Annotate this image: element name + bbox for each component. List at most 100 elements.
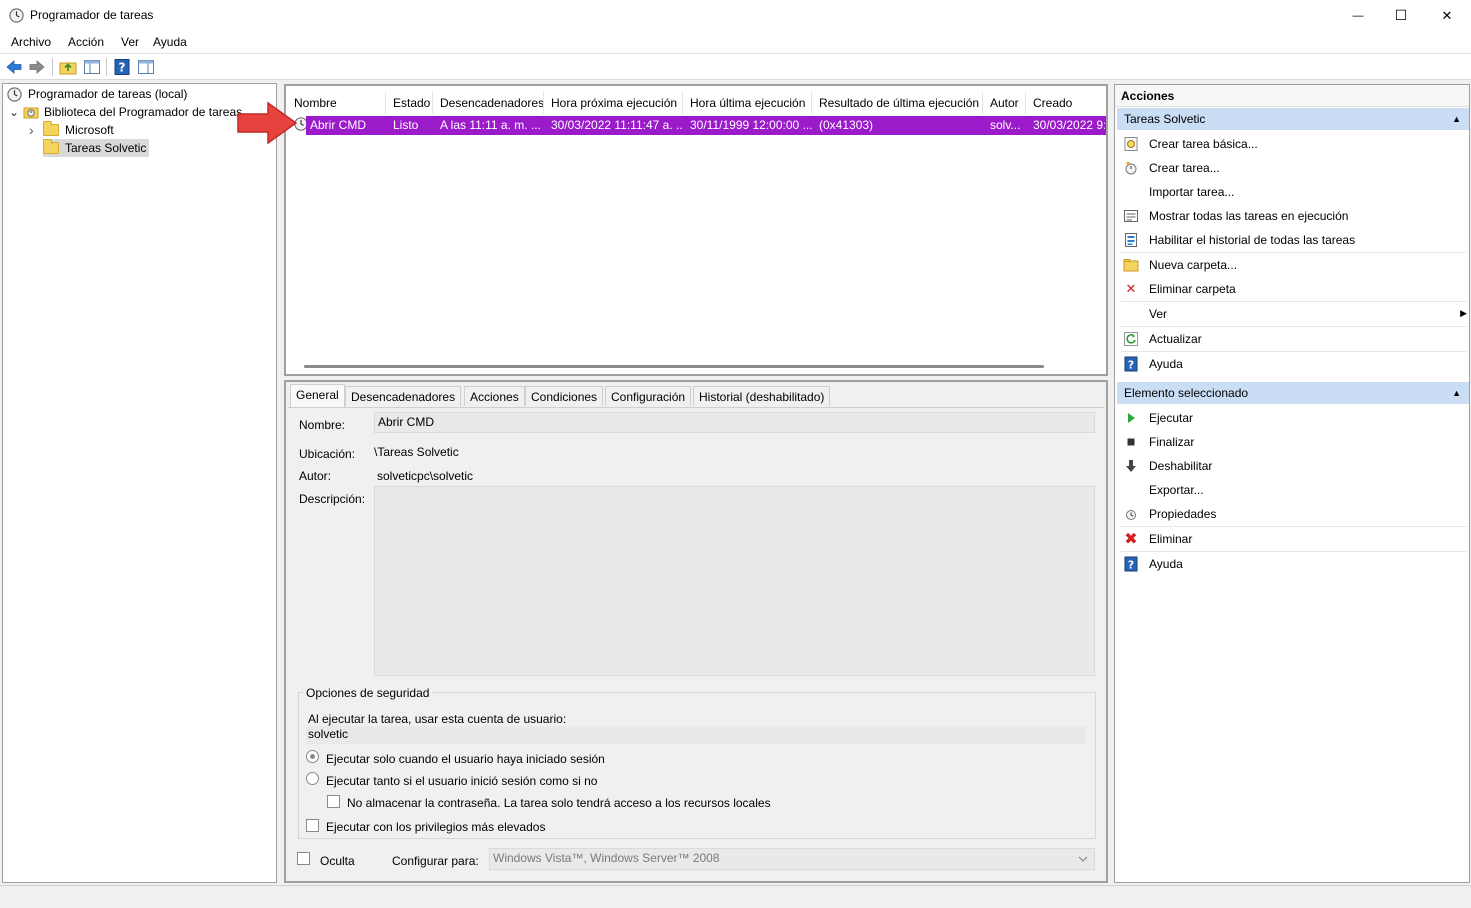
running-tasks-icon xyxy=(1123,208,1139,224)
minimize-icon: — xyxy=(1352,9,1364,22)
action-label: Propiedades xyxy=(1149,507,1217,521)
name-label: Nombre: xyxy=(299,418,346,432)
account-label: Al ejecutar la tarea, usar esta cuenta d… xyxy=(308,712,567,726)
help-icon[interactable]: ? xyxy=(113,58,131,76)
column-header-creado[interactable]: Creado xyxy=(1027,92,1105,114)
tree-item-root[interactable]: Programador de tareas (local) xyxy=(7,85,187,103)
actions-title: Acciones xyxy=(1121,89,1175,103)
column-header-autor[interactable]: Autor xyxy=(984,92,1026,114)
action-label: Ver xyxy=(1149,307,1168,321)
menu-ver[interactable]: Ver xyxy=(121,35,139,49)
action-label: Crear tarea... xyxy=(1149,161,1220,175)
action-eliminar[interactable]: ✖ Eliminar xyxy=(1117,527,1467,551)
task-details: General Desencadenadores Acciones Condic… xyxy=(284,380,1108,883)
author-value: solveticpc\solvetic xyxy=(377,469,474,483)
action-propiedades[interactable]: Propiedades xyxy=(1117,502,1467,526)
actions-header: Acciones xyxy=(1115,85,1469,107)
configure-select-value: Windows Vista™, Windows Server™ 2008 xyxy=(493,851,720,865)
tab-acciones[interactable]: Acciones xyxy=(464,386,525,406)
action-crear-tarea[interactable]: Crear tarea... xyxy=(1117,156,1467,180)
horizontal-scrollbar[interactable] xyxy=(304,365,1044,368)
action-eliminar-carpeta[interactable]: ✕ Eliminar carpeta xyxy=(1117,277,1467,301)
back-icon[interactable] xyxy=(5,58,23,76)
refresh-icon xyxy=(1123,331,1139,347)
checkbox-no-store-password[interactable] xyxy=(327,795,340,808)
column-header-nombre[interactable]: Nombre xyxy=(288,92,386,114)
column-header-hora-ultima[interactable]: Hora última ejecución xyxy=(684,92,812,114)
checkbox-hidden[interactable] xyxy=(297,852,310,865)
action-mostrar-tareas[interactable]: Mostrar todas las tareas en ejecución xyxy=(1117,204,1467,228)
action-finalizar[interactable]: Finalizar xyxy=(1117,430,1467,454)
collapse-icon[interactable]: ▲ xyxy=(1452,382,1461,404)
column-header-resultado[interactable]: Resultado de última ejecución xyxy=(813,92,983,114)
tab-configuracion[interactable]: Configuración xyxy=(605,386,692,406)
account-field[interactable]: solvetic xyxy=(306,726,1086,744)
author-label: Autor: xyxy=(299,469,332,483)
action-label: Ejecutar xyxy=(1149,411,1194,425)
svg-text:?: ? xyxy=(119,61,126,75)
action-exportar[interactable]: Exportar... xyxy=(1117,478,1467,502)
folder-icon xyxy=(43,121,59,136)
radio-any[interactable] xyxy=(306,772,319,785)
chevron-right-icon[interactable]: › xyxy=(29,122,43,138)
tab-general[interactable]: General xyxy=(290,384,345,407)
table-row[interactable]: Abrir CMD Listo A las 11:11 a. m. ... 30… xyxy=(306,116,1106,135)
action-pane-icon[interactable] xyxy=(137,58,155,76)
radio-logged-on-label: Ejecutar solo cuando el usuario haya ini… xyxy=(326,752,605,766)
red-arrow-icon xyxy=(237,101,298,145)
menu-accion[interactable]: Acción xyxy=(68,35,104,49)
chevron-down-icon[interactable]: ⌄ xyxy=(9,106,23,118)
configure-select[interactable]: Windows Vista™, Windows Server™ 2008 xyxy=(489,848,1095,870)
close-icon: ✕ xyxy=(1441,7,1453,23)
action-crear-tarea-basica[interactable]: Crear tarea básica... xyxy=(1117,132,1467,156)
forward-icon[interactable] xyxy=(28,58,46,76)
tree-item-label: Tareas Solvetic xyxy=(65,141,147,155)
name-field[interactable]: Abrir CMD xyxy=(374,412,1095,433)
disable-arrow-down-icon xyxy=(1123,458,1139,474)
description-field[interactable] xyxy=(374,486,1095,676)
actions-pane: Acciones Tareas Solvetic ▲ Crear tarea b… xyxy=(1114,84,1470,883)
action-deshabilitar[interactable]: Deshabilitar xyxy=(1117,454,1467,478)
security-options-title: Opciones de seguridad xyxy=(303,686,433,700)
tab-desencadenadores[interactable]: Desencadenadores xyxy=(345,386,462,406)
folder-up-icon[interactable] xyxy=(59,58,77,76)
checkbox-highest-privileges[interactable] xyxy=(306,819,319,832)
tab-condiciones[interactable]: Condiciones xyxy=(525,386,604,406)
svg-text:?: ? xyxy=(1128,359,1134,372)
column-header-hora-proxima[interactable]: Hora próxima ejecución xyxy=(545,92,683,114)
description-label: Descripción: xyxy=(299,492,366,506)
action-importar-tarea[interactable]: Importar tarea... xyxy=(1117,180,1467,204)
maximize-button[interactable]: ☐ xyxy=(1378,0,1424,31)
highest-privileges-label: Ejecutar con los privilegios más elevado… xyxy=(326,820,546,834)
section-elemento-seleccionado[interactable]: Elemento seleccionado ▲ xyxy=(1117,382,1469,404)
chevron-down-icon xyxy=(1078,856,1088,862)
column-header-desencadenadores[interactable]: Desencadenadores xyxy=(434,92,544,114)
status-bar xyxy=(0,885,1471,908)
action-label: Importar tarea... xyxy=(1149,185,1235,199)
minimize-button[interactable]: — xyxy=(1335,0,1381,31)
tree-item-microsoft[interactable]: › Microsoft xyxy=(29,121,114,139)
action-label: Eliminar carpeta xyxy=(1149,282,1236,296)
tree-item-library[interactable]: ⌄ Biblioteca del Programador de tareas xyxy=(9,103,242,121)
action-nueva-carpeta[interactable]: Nueva carpeta... xyxy=(1117,253,1467,277)
action-ayuda-1[interactable]: ? Ayuda xyxy=(1117,352,1467,376)
action-ver[interactable]: Ver ▶ xyxy=(1117,302,1467,326)
submenu-arrow-icon: ▶ xyxy=(1460,308,1467,318)
tree-item-tareas-solvetic[interactable]: Tareas Solvetic xyxy=(43,139,150,157)
action-ejecutar[interactable]: Ejecutar xyxy=(1117,406,1467,430)
action-label: Deshabilitar xyxy=(1149,459,1213,473)
show-pane-icon[interactable] xyxy=(83,58,101,76)
section-tareas-solvetic[interactable]: Tareas Solvetic ▲ xyxy=(1117,108,1469,130)
column-header-estado[interactable]: Estado xyxy=(387,92,433,114)
action-ayuda-2[interactable]: ? Ayuda xyxy=(1117,552,1467,576)
tab-historial[interactable]: Historial (deshabilitado) xyxy=(693,386,831,406)
menu-ayuda[interactable]: Ayuda xyxy=(153,35,187,49)
collapse-icon[interactable]: ▲ xyxy=(1452,108,1461,130)
action-actualizar[interactable]: Actualizar xyxy=(1117,327,1467,351)
radio-logged-on[interactable] xyxy=(306,750,319,763)
section-title: Tareas Solvetic xyxy=(1124,112,1206,126)
close-button[interactable]: ✕ xyxy=(1424,0,1470,31)
action-habilitar-historial[interactable]: Habilitar el historial de todas las tare… xyxy=(1117,228,1467,252)
menu-archivo[interactable]: Archivo xyxy=(11,35,51,49)
cell-autor: solv... xyxy=(990,118,1021,132)
